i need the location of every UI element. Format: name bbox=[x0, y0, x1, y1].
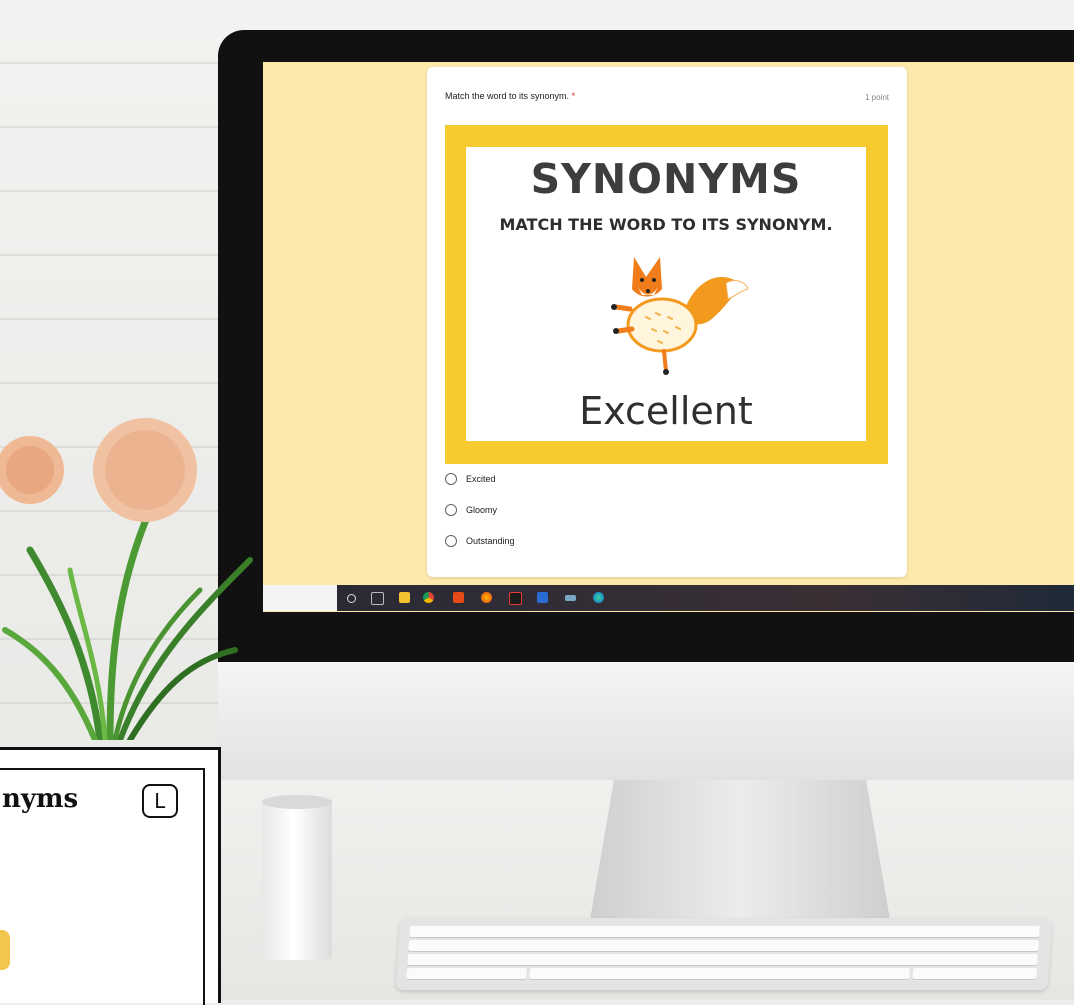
form-question-card: Match the word to its synonym. * 1 point… bbox=[427, 67, 907, 577]
worksheet-card: nyms L bbox=[0, 747, 221, 1005]
question-image-inner: SYNONYMS MATCH THE WORD TO ITS SYNONYM. bbox=[466, 147, 866, 441]
worksheet-title: nyms bbox=[2, 784, 79, 814]
task-view-icon[interactable] bbox=[371, 592, 384, 605]
radio-button-icon[interactable] bbox=[445, 473, 457, 485]
edge-icon[interactable] bbox=[593, 592, 604, 603]
acrobat-icon[interactable] bbox=[509, 592, 522, 605]
option-label: Excited bbox=[466, 474, 496, 484]
points-label: 1 point bbox=[864, 93, 889, 102]
fox-illustration bbox=[611, 257, 749, 375]
file-explorer-icon[interactable] bbox=[399, 592, 410, 603]
keyboard bbox=[395, 918, 1053, 990]
radio-button-icon[interactable] bbox=[445, 504, 457, 516]
office-icon[interactable] bbox=[453, 592, 464, 603]
worksheet-decoration bbox=[0, 930, 10, 970]
question-text: Match the word to its synonym. bbox=[445, 91, 570, 101]
worksheet-level-badge: L bbox=[142, 784, 178, 818]
plant-decoration bbox=[0, 418, 253, 740]
image-heading: SYNONYMS bbox=[530, 155, 802, 203]
required-marker: * bbox=[571, 91, 576, 101]
monitor-chin bbox=[218, 662, 1074, 780]
monitor-screen: Match the word to its synonym. * 1 point… bbox=[263, 62, 1074, 612]
option-excited[interactable]: Excited bbox=[445, 473, 496, 485]
option-gloomy[interactable]: Gloomy bbox=[445, 504, 497, 516]
option-label: Outstanding bbox=[466, 536, 515, 546]
search-icon[interactable] bbox=[347, 594, 356, 603]
question-title: Match the word to its synonym. * bbox=[445, 91, 575, 101]
windows-taskbar bbox=[263, 585, 1074, 611]
mug-rim bbox=[262, 795, 332, 809]
chrome-icon[interactable] bbox=[423, 592, 434, 603]
image-subheading: MATCH THE WORD TO ITS SYNONYM. bbox=[499, 215, 833, 234]
worksheet-inner-frame: nyms L bbox=[0, 768, 205, 1005]
option-outstanding[interactable]: Outstanding bbox=[445, 535, 515, 547]
image-word: Excellent bbox=[579, 389, 753, 433]
question-image: SYNONYMS MATCH THE WORD TO ITS SYNONYM. bbox=[445, 125, 888, 464]
option-label: Gloomy bbox=[466, 505, 498, 515]
word-icon[interactable] bbox=[537, 592, 548, 603]
firefox-icon[interactable] bbox=[481, 592, 492, 603]
radio-button-icon[interactable] bbox=[445, 535, 457, 547]
app-icon[interactable] bbox=[565, 595, 576, 601]
mug bbox=[262, 800, 332, 960]
monitor-stand bbox=[590, 780, 890, 920]
